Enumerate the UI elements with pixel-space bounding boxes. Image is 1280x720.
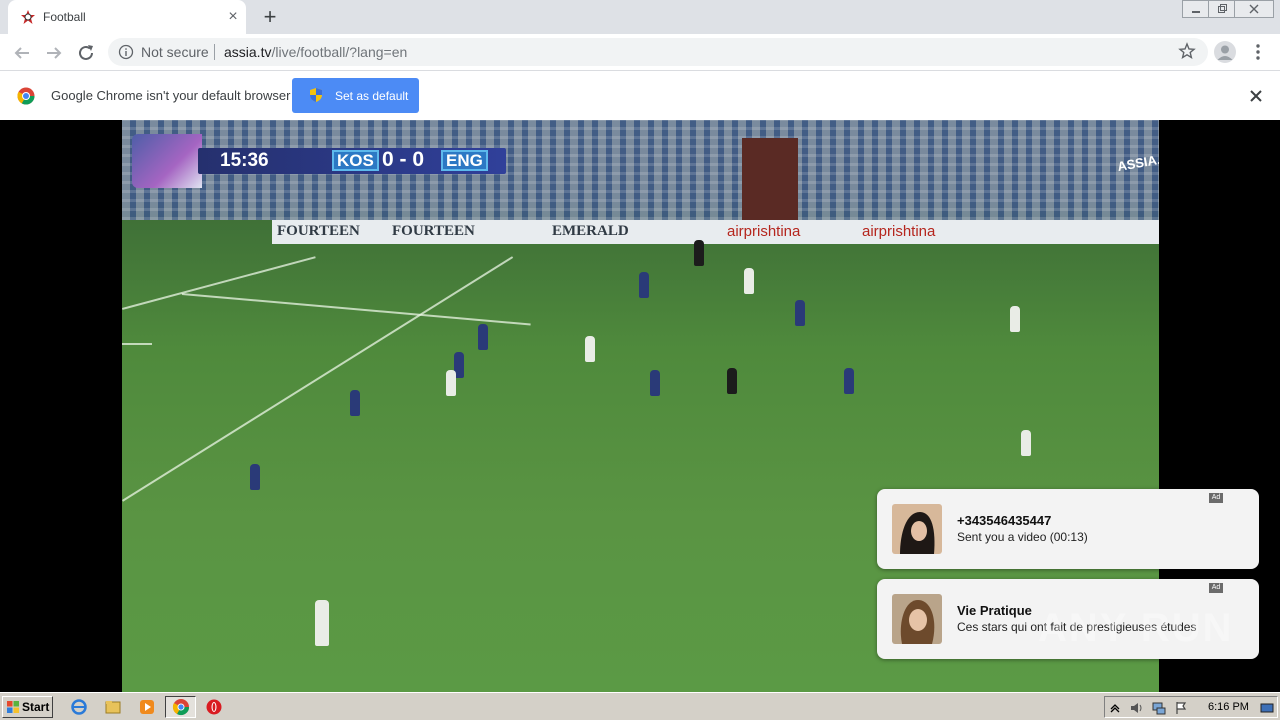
player: [795, 300, 805, 326]
player: [1010, 306, 1020, 332]
infobar-message: Google Chrome isn't your default browser: [51, 88, 291, 103]
ad-boards: FOURTEEN FOURTEEN EMERALD airprishtina a…: [272, 220, 1159, 244]
set-as-default-label: Set as default: [335, 89, 409, 103]
assia-favicon-icon: [21, 10, 35, 24]
ad-board-text: airprishtina: [862, 223, 936, 240]
taskbar-clock[interactable]: 6:16 PM: [1208, 701, 1249, 713]
separator: [214, 44, 215, 60]
file-explorer-icon[interactable]: [104, 698, 122, 716]
player: [639, 272, 649, 298]
ad-notification[interactable]: +343546435447 Sent you a video (00:13) A…: [877, 489, 1259, 569]
uac-shield-icon: [310, 88, 322, 102]
ad-badge: Ad: [1209, 583, 1223, 593]
tab-close-icon[interactable]: ×: [224, 8, 242, 26]
channel-logo: ASSIA.TV: [1115, 132, 1159, 178]
system-tray: 6:16 PM: [1104, 696, 1278, 718]
player: [585, 336, 595, 362]
back-arrow-icon[interactable]: [10, 41, 34, 65]
chrome-taskbar-button[interactable]: [165, 696, 196, 718]
player: [844, 368, 854, 394]
home-team: KOS: [332, 150, 379, 171]
player: [478, 324, 488, 350]
player: [250, 464, 260, 490]
ad-board-text: airprishtina: [727, 223, 801, 240]
url-host: assia.tv: [224, 44, 272, 60]
notification-title: +343546435447: [957, 513, 1052, 528]
ad-board-text: EMERALD: [552, 223, 629, 239]
bookmark-star-icon[interactable]: [1178, 42, 1196, 60]
player: [350, 390, 360, 416]
players-tunnel: [742, 138, 798, 220]
tab-title: Football: [43, 10, 86, 24]
player: [727, 368, 737, 394]
chrome-menu-icon[interactable]: [1250, 43, 1266, 61]
player: [744, 268, 754, 294]
show-desktop-icon[interactable]: [1259, 700, 1275, 716]
security-label: Not secure: [141, 44, 209, 60]
close-icon: [1249, 4, 1259, 14]
player: [446, 370, 456, 396]
tab-strip: Football × +: [0, 0, 1280, 34]
url-path: /live/football/?lang=en: [271, 44, 408, 60]
chrome-icon: [172, 699, 190, 716]
new-tab-button[interactable]: +: [258, 6, 282, 30]
ad-badge: Ad: [1209, 493, 1223, 503]
notification-avatar: [892, 504, 942, 554]
minimize-icon: [1192, 11, 1200, 13]
info-icon[interactable]: [118, 44, 134, 60]
volume-icon[interactable]: [1129, 700, 1145, 716]
anyrun-watermark: ANY RUN: [1038, 606, 1234, 650]
windows-taskbar: Start 6:16 PM: [0, 692, 1280, 720]
infobar-close-icon[interactable]: [1247, 87, 1265, 105]
close-window-button[interactable]: [1234, 0, 1274, 18]
minimize-button[interactable]: [1182, 0, 1210, 18]
notification-body: Sent you a video (00:13): [957, 530, 1088, 544]
tab-football[interactable]: Football ×: [8, 0, 246, 34]
start-button[interactable]: Start: [2, 696, 53, 718]
pitch-line: [181, 293, 531, 326]
forward-arrow-icon[interactable]: [42, 41, 66, 65]
match-clock: 15:36: [220, 150, 269, 171]
chrome-logo-icon: [17, 87, 35, 105]
scorebug: 15:36 KOS 0 - 0 ENG: [132, 134, 506, 188]
set-as-default-button[interactable]: Set as default: [292, 78, 419, 113]
ad-board-text: FOURTEEN: [277, 223, 360, 239]
media-player-icon[interactable]: [138, 698, 156, 716]
away-team: ENG: [441, 150, 488, 171]
competition-logo: [132, 134, 202, 188]
profile-avatar-icon[interactable]: [1214, 41, 1236, 63]
default-browser-infobar: Google Chrome isn't your default browser…: [0, 71, 1280, 120]
url-text: assia.tv/live/football/?lang=en: [224, 44, 407, 60]
player: [315, 600, 329, 646]
opera-icon[interactable]: [205, 698, 223, 716]
address-bar[interactable]: Not secure assia.tv/live/football/?lang=…: [108, 38, 1208, 66]
network-icon[interactable]: [1151, 700, 1167, 716]
player: [650, 370, 660, 396]
restore-button[interactable]: [1208, 0, 1236, 18]
action-center-flag-icon[interactable]: [1173, 700, 1189, 716]
match-score: 0 - 0: [382, 148, 425, 171]
notification-title: Vie Pratique: [957, 603, 1032, 618]
restore-icon: [1218, 4, 1227, 13]
start-label: Start: [22, 700, 50, 714]
windows-flag-icon: [7, 701, 19, 713]
scorebug-bar: 15:36 KOS 0 - 0 ENG: [198, 148, 506, 174]
internet-explorer-icon[interactable]: [70, 698, 88, 716]
pitch-line: [122, 343, 152, 345]
ad-board-text: FOURTEEN: [392, 223, 475, 239]
notification-avatar: [892, 594, 942, 644]
player: [1021, 430, 1031, 456]
show-hidden-icons-icon[interactable]: [1107, 700, 1123, 716]
browser-toolbar: Not secure assia.tv/live/football/?lang=…: [0, 34, 1280, 71]
reload-icon[interactable]: [74, 41, 98, 65]
player: [694, 240, 704, 266]
